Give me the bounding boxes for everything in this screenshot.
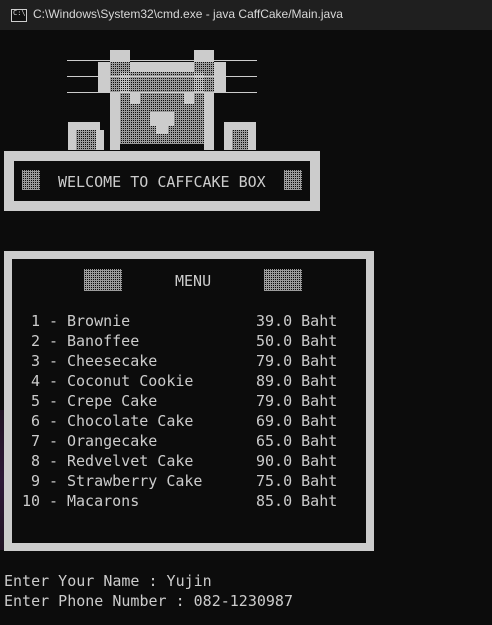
menu-item-price: 85.0 Baht <box>256 492 338 510</box>
menu-item-number: 8 <box>31 452 41 470</box>
menu-item-name: Macarons <box>67 492 140 510</box>
menu-item-name: Crepe Cake <box>67 392 158 410</box>
menu-item-separator: - <box>49 412 59 430</box>
menu-item-price: 89.0 Baht <box>256 372 338 390</box>
menu-item-name: Redvelvet Cake <box>67 452 194 470</box>
menu-item-price: 65.0 Baht <box>256 432 338 450</box>
window-title: C:\Windows\System32\cmd.exe - java CaffC… <box>33 7 343 21</box>
cmd-icon: C:\ <box>11 9 27 22</box>
menu-item-name: Chocolate Cake <box>67 412 194 430</box>
menu-item-price: 39.0 Baht <box>256 312 338 330</box>
menu-item-separator: - <box>49 392 59 410</box>
prompt-name: Enter Your Name : Yujin <box>4 572 212 590</box>
menu-item-name: Coconut Cookie <box>67 372 194 390</box>
menu-item-number: 7 <box>31 432 41 450</box>
menu-item-name: Banoffee <box>67 332 140 350</box>
menu-item-separator: - <box>49 432 59 450</box>
menu-item-name: Orangecake <box>67 432 158 450</box>
menu-item-separator: - <box>49 312 59 330</box>
menu-item-number: 9 <box>31 472 41 490</box>
menu-item-name: Cheesecake <box>67 352 158 370</box>
title-bar: C:\ C:\Windows\System32\cmd.exe - java C… <box>0 0 492 30</box>
menu-item-number: 5 <box>31 392 41 410</box>
welcome-text: WELCOME TO CAFFCAKE BOX <box>58 173 266 191</box>
menu-item-separator: - <box>49 332 59 350</box>
prompt-phone: Enter Phone Number : 082-1230987 <box>4 592 293 610</box>
menu-item-price: 90.0 Baht <box>256 452 338 470</box>
menu-item-price: 79.0 Baht <box>256 392 338 410</box>
menu-item-number: 3 <box>31 352 41 370</box>
menu-item-price: 69.0 Baht <box>256 412 338 430</box>
menu-item-number: 2 <box>31 332 41 350</box>
menu-item-price: 79.0 Baht <box>256 352 338 370</box>
menu-item-separator: - <box>49 372 59 390</box>
menu-item-separator: - <box>49 352 59 370</box>
menu-item-name: Strawberry Cake <box>67 472 203 490</box>
menu-item-number: 4 <box>31 372 41 390</box>
terminal-area[interactable]: WELCOME TO CAFFCAKE BOX MENU 1- Brownie 39… <box>0 30 492 625</box>
menu-item-price: 75.0 Baht <box>256 472 338 490</box>
menu-item-price: 50.0 Baht <box>256 332 338 350</box>
menu-title: MENU <box>175 272 212 290</box>
menu-item-separator: - <box>49 472 59 490</box>
menu-item-separator: - <box>49 452 59 470</box>
menu-item-separator: - <box>49 492 59 510</box>
menu-item-number: 10 <box>22 492 41 510</box>
menu-item-number: 1 <box>31 312 41 330</box>
menu-item-name: Brownie <box>67 312 131 330</box>
menu-item-number: 6 <box>31 412 41 430</box>
